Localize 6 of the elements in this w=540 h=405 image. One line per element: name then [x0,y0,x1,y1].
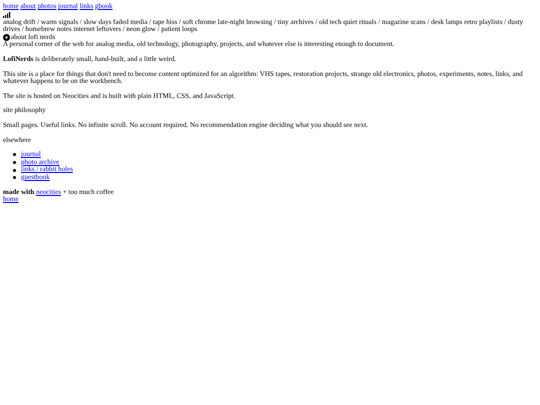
bullet-icon [13,168,16,172]
disc-icon [3,34,10,42]
bullet-icon [13,161,16,164]
bullet-icon [13,153,16,156]
signal-icon [3,12,11,18]
bullet-icon [13,176,16,180]
